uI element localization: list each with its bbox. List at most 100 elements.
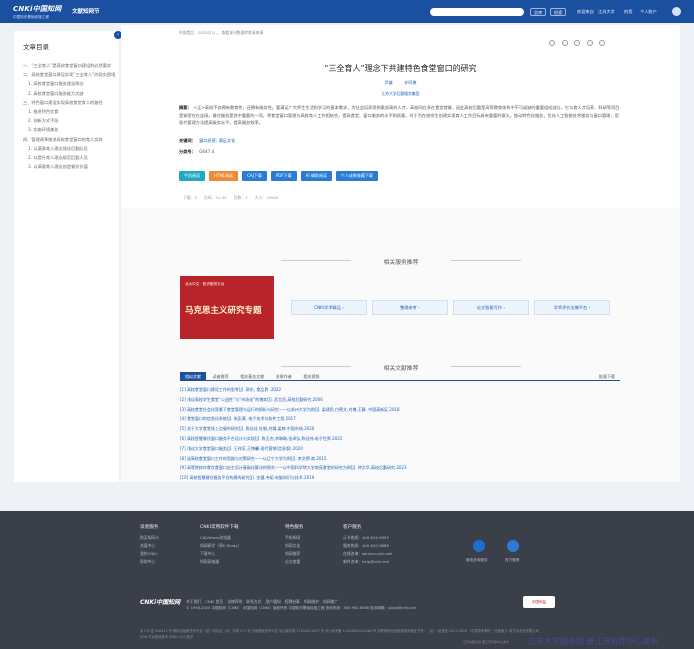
footer-link[interactable]: 下载中心 xyxy=(200,550,241,558)
footer-col-features: 特色服务 手机知网 知网文化 知网推荐 论文查重 xyxy=(285,524,303,566)
footer-bottom-link[interactable]: 关于我们 xyxy=(186,599,201,604)
footer-link[interactable]: 邮件咨询：help@cnki.net xyxy=(343,558,392,566)
service-card[interactable]: 学术评价支撑平台 › xyxy=(534,300,610,315)
welcome-text: 欢迎来自 xyxy=(577,9,594,14)
toc-item[interactable]: 1. 以满意育人理念强化后勤队伍 xyxy=(23,144,117,153)
personal-account-link[interactable]: 个人账户 xyxy=(640,9,657,15)
recommend-area: 相关服务推荐 北大中文 · 知识服务平台 马克思主义研究专题 CNKI学术精品 … xyxy=(121,208,680,482)
class-label: 分类号： xyxy=(179,149,196,154)
keywords-links[interactable]: 窗口经营; 满足文化 xyxy=(199,138,235,143)
org-link[interactable]: 江苏大学 xyxy=(598,9,615,15)
reference-item[interactable]: [1] 高校食堂窗口建设工作的思考[J]. 郭东, 食品界 .2022 xyxy=(180,385,620,395)
abstract: 摘要： <正>高校不仅拥有教育性，还拥有服务性。要满足广大师生生活和学习的基本需… xyxy=(179,104,621,127)
net-police-badge[interactable]: 中国网监 xyxy=(523,596,555,608)
download-button[interactable]: CAJ下载 xyxy=(242,171,267,181)
footer-link[interactable]: 帮助中心 xyxy=(140,558,159,566)
tab-author[interactable]: 关联作者 xyxy=(271,372,297,381)
notify-icon[interactable] xyxy=(599,40,606,46)
download-button[interactable]: 手机阅读 xyxy=(179,171,205,181)
toc-item[interactable]: 3. 以满意育人理念创造餐饮价值 xyxy=(23,162,117,171)
footer-link[interactable]: 知网文化 xyxy=(285,542,303,550)
footer-link[interactable]: 充值中心 xyxy=(140,542,159,550)
reference-item[interactable]: [2] 浅议高校学生食堂“公益性”与“市场化”的博弈[J]. 武艾民,高校后勤研… xyxy=(180,395,620,405)
download-button[interactable]: AI 辅助阅读 xyxy=(300,171,332,181)
page-range: 页码：31-33 xyxy=(204,195,227,200)
tab-similar[interactable]: 相似文献 xyxy=(180,372,206,381)
toc-item[interactable]: 1. 推进特色饮食 xyxy=(23,107,117,116)
reference-item[interactable]: [10] 高校智慧餐饮服务平台构建的研究[J]. 金健,韦韬.电脑知识与技术.2… xyxy=(180,473,620,483)
service-card[interactable]: 整理参考 › xyxy=(372,300,448,315)
database-button[interactable]: 总库 xyxy=(530,8,547,16)
reference-item[interactable]: [3] 高校食堂社会化背景下食堂管理与运行的探析与研究——以苏州大学为例[J].… xyxy=(180,405,620,415)
welcome-suffix: 的您 xyxy=(624,9,633,14)
footer-bottom-link[interactable]: 招聘启事 xyxy=(285,599,300,604)
download-button[interactable]: PDF下载 xyxy=(270,171,297,181)
footer-bottom-link[interactable]: 用户通知 xyxy=(265,599,280,604)
share-icon[interactable] xyxy=(574,40,581,46)
footer-link[interactable]: 订卡热线：400-819-9993 xyxy=(343,534,392,542)
author-link[interactable]: 许同勇 xyxy=(404,80,417,85)
footer-bottom-link[interactable]: 联系方式 xyxy=(246,599,261,604)
avatar[interactable] xyxy=(672,7,681,16)
service-card[interactable]: CNKI学术精品 › xyxy=(291,300,367,315)
footer-link[interactable]: 知网研学（原E-Study） xyxy=(200,542,241,550)
footer-bottom-link[interactable]: 知网维护 xyxy=(304,599,319,604)
footer-link[interactable]: 我的CNKI xyxy=(140,550,159,558)
weibo-icon[interactable] xyxy=(507,540,519,552)
download-button[interactable]: 个人成果收藏下载 xyxy=(335,171,378,181)
reference-item[interactable]: [8] 谈高校食堂窗口工作的思路与对策研究——以辽宁大学为例[J]. 李文德.商… xyxy=(180,454,620,464)
footer-link[interactable]: 在线咨询：service.cnki.net xyxy=(343,550,392,558)
footer-link[interactable]: CAJViewer浏览器 xyxy=(200,534,241,542)
reference-item[interactable]: [6] 高校智慧餐饮窗口服务平台设计与实现[J]. 陈玉杰,李琳琳,张泽弘,陈佳… xyxy=(180,434,620,444)
wechat-icon[interactable] xyxy=(473,540,485,552)
reference-item[interactable]: [9] 高等院校伙食饮食窗口自主设计基础化解决的探究——以中国科学院大学南苑食堂… xyxy=(180,463,620,473)
toc-item[interactable]: 一、“三全育人”是高校食堂窗口建设的必然要求 xyxy=(23,61,117,70)
footer-bottom-link[interactable]: CNKI 首页 xyxy=(205,599,223,604)
footer-link[interactable]: 购买知网卡 xyxy=(140,534,159,542)
footer-bottom-link[interactable]: 法律声明 xyxy=(227,599,242,604)
footer-link[interactable]: 论文查重 xyxy=(285,558,303,566)
footer-link[interactable]: 知网推荐 xyxy=(285,550,303,558)
footer-link[interactable]: 服务热线：400-810-9888 xyxy=(343,542,392,550)
reference-item[interactable]: [5] 关于大学食堂线上点餐的研究[J]. 陈佳佳 杜钢,刘璐,梁婷.中国市场.… xyxy=(180,424,620,434)
footer-bottom-link[interactable]: 知网推广 xyxy=(323,599,338,604)
article-panel: 中国食品 . 2023(22) 。 查看该刊数据库收录来源 “三全育人”理念下共… xyxy=(121,25,680,482)
print-icon[interactable] xyxy=(586,40,593,46)
download-button[interactable]: HTML阅读 xyxy=(209,171,239,181)
footer-link[interactable]: 手机知网 xyxy=(285,534,303,542)
search-input[interactable] xyxy=(430,8,524,16)
service-card[interactable]: 论文智能写作 › xyxy=(453,300,529,315)
toc-item[interactable]: 2. 以提升育人理念规范后勤人员 xyxy=(23,153,117,162)
watermark: 江苏大学图书馆 要江苏智库中心发布 xyxy=(528,637,659,646)
cnki-logo[interactable]: CNKi中国知网 中国知识基础设施工程 xyxy=(13,4,61,20)
quote-icon[interactable] xyxy=(549,40,555,46)
author-link[interactable]: 尹璇 xyxy=(384,80,392,85)
tab-video[interactable]: 相关视频 xyxy=(298,372,324,381)
banner-title: 马克思主义研究专题 xyxy=(185,306,262,316)
toc-item[interactable]: 1. 高校食堂窗口服务理念陈旧 xyxy=(23,79,117,88)
copyright: © 1998-2025 中国知网（CNKI） 中国知网（CNKI）版权所有 中国… xyxy=(186,606,417,610)
toc-sidebar: 文章目录 一、“三全育人”是高校食堂窗口建设的必然要求 二、高校食堂窗口建设实现“… xyxy=(14,31,119,482)
toc-item[interactable]: 3. 实施环境美化 xyxy=(23,125,117,134)
tab-reader[interactable]: 读者推荐 xyxy=(208,372,234,381)
reference-item[interactable]: [4] 食堂窗口的信息化系统[J]. 张彭满 .电子技术与软件工程.2017 xyxy=(180,414,620,424)
footer-link[interactable]: 知网表格通 xyxy=(200,558,241,566)
toc-item[interactable]: 2. 高校食堂窗口服务能力欠缺 xyxy=(23,89,117,98)
tab-fund[interactable]: 相关基金文献 xyxy=(235,372,269,381)
marxism-banner[interactable]: 北大中文 · 知识服务平台 马克思主义研究专题 xyxy=(180,276,274,339)
batch-download-link[interactable]: 批量下载 xyxy=(594,372,620,381)
toc-item[interactable]: 2. 创新方式手段 xyxy=(23,116,117,125)
footer-col-service: 客户服务 订卡热线：400-819-9993 服务热线：400-810-9888 在线… xyxy=(343,524,392,566)
search-button[interactable]: 检索 xyxy=(550,8,567,16)
toc-item[interactable]: 四、管理改革推进高校食堂窗口的育人实践 xyxy=(23,135,117,144)
breadcrumb[interactable]: 中国食品 . 2023(22) 。 查看该刊数据库收录来源 xyxy=(179,30,263,36)
footer-col-software: CNKI常用软件下载 CAJViewer浏览器 知网研学（原E-Study） 下载中心… xyxy=(200,524,241,566)
toc-item[interactable]: 三、特色窗口建设实现高校食堂育人的路径 xyxy=(23,98,117,107)
reference-item[interactable]: [7] 浅议大学食堂窗口服务[J]. 王祥芳,王博馨.现代营销(信息版).202… xyxy=(180,444,620,454)
footer: 读者服务 购买知网卡 充值中心 我的CNKI 帮助中心 CNKI常用软件下载 CAJVie… xyxy=(0,511,694,649)
favorite-icon[interactable] xyxy=(561,40,568,46)
toc-item[interactable]: 二、高校食堂窗口建设实现“三全育人”的现实困境 xyxy=(23,70,117,79)
footer-col-heading: CNKI常用软件下载 xyxy=(200,525,239,530)
author-org[interactable]: 江苏大学后勤服务集团 xyxy=(121,91,680,97)
article-detail: 中国食品 . 2023(22) 。 查看该刊数据库收录来源 “三全育人”理念下共… xyxy=(121,25,680,208)
